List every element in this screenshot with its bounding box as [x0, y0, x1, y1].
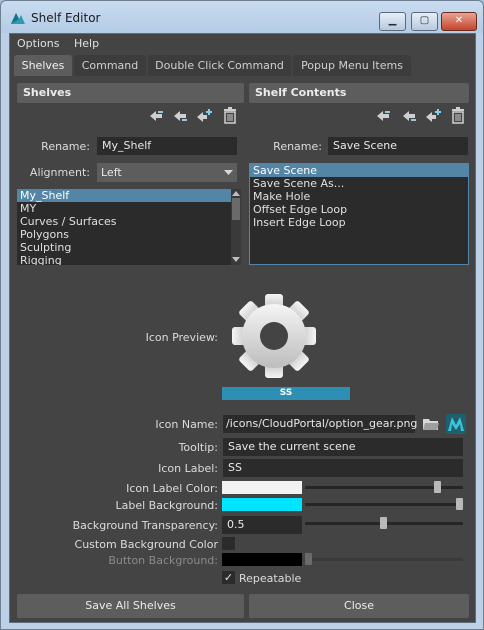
move-up-icon[interactable] — [148, 109, 164, 123]
scroll-down-icon[interactable] — [232, 256, 240, 263]
checkmark-icon: ✓ — [223, 571, 234, 584]
menu-help[interactable]: Help — [74, 37, 99, 50]
button-background-slider — [305, 558, 463, 561]
button-background-swatch — [222, 553, 302, 566]
minimize-button[interactable]: ▁ — [379, 12, 406, 31]
tab-bar: Shelves Command Double Click Command Pop… — [10, 55, 475, 77]
shelf-editor-window: Shelf Editor ▁ ▢ ✕ Options Help Shelves … — [0, 0, 484, 630]
shelves-header: Shelves — [17, 83, 244, 103]
title-bar[interactable]: Shelf Editor ▁ ▢ ✕ — [1, 1, 483, 33]
shelf-contents-header: Shelf Contents — [249, 83, 469, 103]
move-down-icon[interactable] — [172, 109, 188, 123]
list-item[interactable]: My_Shelf — [17, 189, 241, 202]
list-item[interactable]: MY — [17, 202, 241, 215]
content-rename-field[interactable]: Save Scene — [328, 137, 468, 155]
close-window-button[interactable]: ✕ — [441, 12, 477, 31]
close-button[interactable]: Close — [249, 594, 469, 618]
menu-options[interactable]: Options — [17, 37, 59, 50]
list-item[interactable]: Polygons — [17, 228, 241, 241]
list-item[interactable]: Sculpting — [17, 241, 241, 254]
button-background-label: Button Background: — [108, 554, 218, 567]
alignment-value: Left — [101, 166, 122, 179]
add-icon[interactable] — [425, 109, 441, 123]
alignment-dropdown[interactable]: Left — [97, 163, 237, 182]
list-item[interactable]: Insert Edge Loop — [250, 216, 468, 229]
tab-command[interactable]: Command — [74, 55, 146, 76]
folder-icon[interactable] — [422, 417, 440, 431]
shelf-editor-app-icon — [11, 13, 25, 24]
alignment-label: Alignment: — [29, 166, 90, 179]
move-up-icon[interactable] — [375, 109, 391, 123]
scroll-up-icon[interactable] — [232, 190, 240, 197]
bg-transparency-label: Background Transparency: — [72, 519, 218, 532]
label-background-swatch[interactable] — [222, 498, 302, 511]
trash-icon[interactable] — [450, 107, 466, 124]
shelf-rename-field[interactable]: My_Shelf — [97, 137, 237, 155]
label-background-label: Label Background: — [115, 499, 218, 512]
icon-label-field[interactable]: SS — [223, 459, 463, 477]
list-item[interactable]: Make Hole — [250, 190, 468, 203]
icon-name-field[interactable]: /icons/CloudPortal/option_gear.png — [223, 415, 417, 433]
shelves-list-scrollbar[interactable] — [231, 189, 241, 265]
list-item[interactable]: Offset Edge Loop — [250, 203, 468, 216]
tooltip-field[interactable]: Save the current scene — [223, 438, 463, 456]
icon-label-color-swatch[interactable] — [222, 481, 302, 494]
trash-icon[interactable] — [222, 107, 238, 124]
bg-transparency-field[interactable]: 0.5 — [222, 516, 302, 534]
list-item[interactable]: Save Scene — [250, 164, 468, 177]
tab-shelves[interactable]: Shelves — [14, 55, 72, 76]
label-background-slider[interactable] — [305, 503, 463, 506]
maya-icon[interactable] — [446, 414, 466, 434]
tab-popup-menu-items[interactable]: Popup Menu Items — [293, 55, 411, 76]
icon-label-color-label: Icon Label Color: — [126, 482, 218, 495]
shelf-contents-list[interactable]: Save Scene Save Scene As... Make Hole Of… — [249, 163, 469, 265]
editor-client-area: Options Help Shelves Command Double Clic… — [9, 33, 476, 623]
shelf-rename-label: Rename: — [41, 140, 90, 153]
icon-preview-label: Icon Preview: — [145, 331, 218, 344]
tooltip-label: Tooltip: — [178, 441, 218, 454]
tab-double-click-command[interactable]: Double Click Command — [148, 55, 291, 76]
chevron-down-icon — [224, 170, 233, 175]
custom-bg-color-checkbox[interactable] — [222, 537, 235, 550]
icon-label-label: Icon Label: — [158, 462, 218, 475]
add-icon[interactable] — [196, 109, 212, 123]
icon-name-label: Icon Name: — [155, 418, 218, 431]
window-title: Shelf Editor — [31, 11, 101, 25]
preview-icon-label: SS — [222, 387, 350, 400]
label-background-slider-handle[interactable] — [456, 498, 463, 510]
scrollbar-thumb[interactable] — [232, 198, 240, 220]
menu-bar: Options Help — [10, 34, 475, 54]
button-background-slider-handle — [305, 553, 312, 565]
bg-transparency-slider-handle[interactable] — [380, 517, 387, 529]
repeatable-checkbox[interactable]: ✓ — [222, 571, 235, 584]
list-item[interactable]: Save Scene As... — [250, 177, 468, 190]
repeatable-label: Repeatable — [239, 572, 302, 585]
custom-bg-color-label: Custom Background Color — [74, 538, 218, 551]
list-item[interactable]: Rigging — [17, 254, 241, 265]
list-item[interactable]: Curves / Surfaces — [17, 215, 241, 228]
content-rename-label: Rename: — [273, 140, 322, 153]
maximize-button[interactable]: ▢ — [411, 12, 438, 31]
gear-icon — [232, 294, 316, 378]
move-down-icon[interactable] — [401, 109, 417, 123]
shelves-list[interactable]: My_Shelf MY Curves / Surfaces Polygons S… — [17, 189, 241, 265]
icon-label-color-slider-handle[interactable] — [434, 481, 441, 493]
save-all-shelves-button[interactable]: Save All Shelves — [17, 594, 244, 618]
